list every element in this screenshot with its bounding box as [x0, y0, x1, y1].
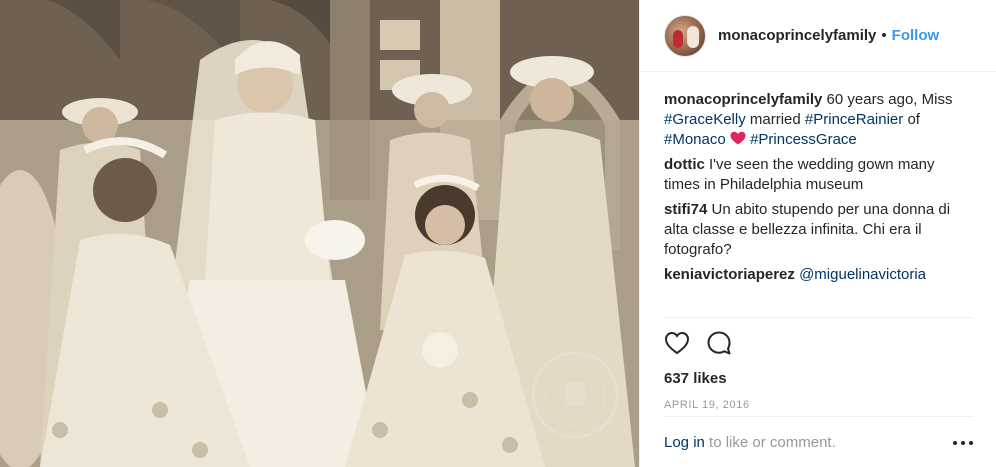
post-header: monacoprincelyfamily • Follow [640, 0, 996, 72]
comment-text: I've seen the wedding gown many times in… [664, 156, 935, 193]
comment-text: Un abito stupendo per una donna di alta … [664, 201, 951, 258]
comment-username[interactable]: stifi74 [664, 201, 707, 218]
more-options-icon[interactable] [953, 440, 973, 445]
post-date: APRIL 19, 2016 [664, 399, 750, 411]
hashtag-link[interactable]: #PrinceRainier [805, 111, 903, 128]
comment-button[interactable] [706, 328, 736, 358]
comment-text: 60 years ago, Miss [822, 91, 953, 108]
hashtag-link[interactable]: #PrincessGrace [750, 131, 857, 148]
post-sidebar: monacoprincelyfamily • Follow monacoprin… [639, 0, 996, 467]
comment-username[interactable]: dottic [664, 156, 705, 173]
hashtag-link[interactable]: #GraceKelly [664, 111, 746, 128]
header-separator: • [881, 27, 887, 44]
comment-item: dottic I've seen the wedding gown many t… [664, 155, 972, 195]
comment-item: stifi74 Un abito stupendo per una donna … [664, 200, 972, 260]
post-footer: Log in to like or comment. [664, 416, 973, 467]
red-heart-emoji-icon [730, 131, 746, 145]
comment-bubble-icon [707, 331, 731, 355]
post-photo[interactable] [0, 0, 639, 467]
post-actions: 637 likes APRIL 19, 2016 [664, 317, 973, 411]
avatar[interactable] [664, 14, 706, 57]
hashtag-link[interactable]: @miguelinavictoria [799, 266, 926, 283]
login-link[interactable]: Log in [664, 434, 705, 451]
photo-illustration [0, 0, 639, 467]
comment-username[interactable]: keniavictoriaperez [664, 266, 795, 283]
heart-outline-icon [664, 331, 690, 355]
comment-item: monacoprincelyfamily 60 years ago, Miss … [664, 90, 972, 150]
comment-text: married [745, 111, 805, 128]
comment-list: monacoprincelyfamily 60 years ago, Miss … [640, 72, 996, 285]
comment-item: keniavictoriaperez @miguelinavictoria [664, 265, 972, 285]
login-prompt: Log in to like or comment. [664, 434, 836, 451]
hashtag-link[interactable]: #Monaco [664, 131, 726, 148]
comment-text: of [903, 111, 920, 128]
login-prompt-text: to like or comment. [704, 434, 836, 451]
like-button[interactable] [664, 328, 694, 358]
like-count[interactable]: 637 likes [664, 370, 973, 387]
follow-button[interactable]: Follow [892, 27, 940, 44]
comment-username[interactable]: monacoprincelyfamily [664, 91, 822, 108]
header-username[interactable]: monacoprincelyfamily [718, 27, 876, 44]
